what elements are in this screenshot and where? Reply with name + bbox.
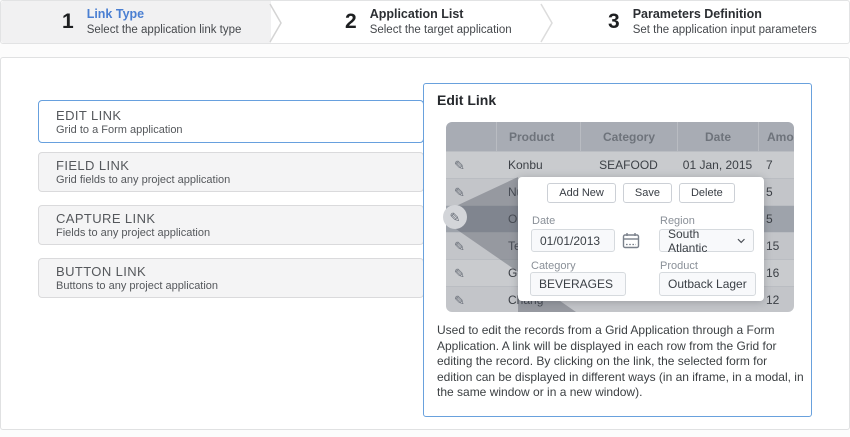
grid-header-date: Date — [677, 122, 758, 151]
step-title: Parameters Definition — [632, 7, 762, 21]
step-subtitle: Set the application input parameters — [632, 23, 817, 36]
step-parameters-definition[interactable]: 3 Parameters Definition Set the applicat… — [608, 1, 817, 43]
step-subtitle: Select the target application — [369, 23, 512, 36]
step-number: 1 — [62, 10, 74, 33]
step-separator-chevron-icon — [269, 3, 282, 43]
preview-title: Edit Link — [437, 92, 497, 108]
link-wizard-page: 1 Link Type Select the application link … — [0, 0, 850, 437]
date-input[interactable]: 01/01/2013 — [531, 229, 615, 252]
category-input[interactable]: BEVERAGES — [530, 272, 626, 296]
region-select[interactable]: South Atlantic — [659, 226, 754, 255]
step-number: 3 — [608, 10, 620, 33]
link-type-title: CAPTURE LINK — [56, 211, 156, 226]
save-button[interactable]: Save — [622, 183, 672, 203]
wizard-steps-bar: 1 Link Type Select the application link … — [0, 0, 850, 44]
link-type-option-capture-link[interactable]: CAPTURE LINK Fields to any project appli… — [38, 205, 424, 245]
product-input[interactable]: Outback Lager — [659, 272, 756, 296]
grid-header-category: Category — [580, 122, 677, 151]
link-type-title: BUTTON LINK — [56, 264, 147, 279]
edit-pencil-icon[interactable]: ✎ — [454, 186, 465, 199]
link-type-description: Used to edit the records from a Grid App… — [437, 323, 804, 399]
grid-header-product: Product — [496, 122, 580, 151]
link-type-option-button-link[interactable]: BUTTON LINK Buttons to any project appli… — [38, 258, 424, 298]
edit-pencil-icon[interactable]: ✎ — [454, 294, 465, 307]
link-type-subtitle: Grid to a Form application — [56, 123, 183, 136]
link-type-option-edit-link[interactable]: EDIT LINK Grid to a Form application — [38, 100, 424, 143]
region-select-value: South Atlantic — [668, 226, 708, 255]
date-field-label: Date — [532, 215, 556, 227]
step-number: 2 — [345, 10, 357, 33]
edit-link-preview-panel: Edit Link Product Category Date Amount ✎… — [423, 83, 812, 417]
edit-form-popup: Add New Save Delete Date 01/01/2013 Regi… — [518, 177, 764, 301]
step-subtitle: Select the application link type — [86, 23, 242, 36]
grid-header-row: Product Category Date Amount — [446, 122, 794, 151]
edit-pencil-icon[interactable]: ✎ — [454, 267, 465, 280]
link-type-subtitle: Buttons to any project application — [56, 280, 219, 292]
grid-header-icon-col — [446, 122, 496, 151]
product-field-label: Product — [660, 260, 698, 272]
edit-pencil-icon[interactable]: ✎ — [450, 211, 461, 224]
edit-pencil-icon[interactable]: ✎ — [454, 240, 465, 253]
add-new-button[interactable]: Add New — [547, 183, 616, 203]
chevron-down-icon — [737, 238, 745, 243]
step-title: Application List — [369, 7, 464, 21]
link-type-subtitle: Grid fields to any project application — [56, 174, 231, 186]
edit-pencil-icon[interactable]: ✎ — [454, 159, 465, 172]
calendar-icon[interactable] — [622, 232, 640, 249]
delete-button[interactable]: Delete — [678, 183, 735, 203]
step-separator-chevron-icon — [540, 3, 553, 43]
step-application-list[interactable]: 2 Application List Select the target app… — [345, 1, 512, 43]
popup-button-row: Add New Save Delete — [518, 177, 764, 203]
step-title: Link Type — [86, 7, 145, 21]
grid-header-amount: Amount — [758, 122, 794, 151]
link-type-option-field-link[interactable]: FIELD LINK Grid fields to any project ap… — [38, 152, 424, 192]
link-type-title: EDIT LINK — [56, 107, 122, 123]
region-field-label: Region — [660, 215, 695, 227]
table-row: ✎ Konbu SEAFOOD 01 Jan, 2015 7 — [446, 151, 794, 178]
step-link-type[interactable]: 1 Link Type Select the application link … — [62, 1, 241, 43]
category-field-label: Category — [531, 260, 576, 272]
link-type-subtitle: Fields to any project application — [56, 227, 211, 239]
selected-row-highlight: ✎ — [443, 205, 467, 229]
link-type-title: FIELD LINK — [56, 158, 130, 173]
